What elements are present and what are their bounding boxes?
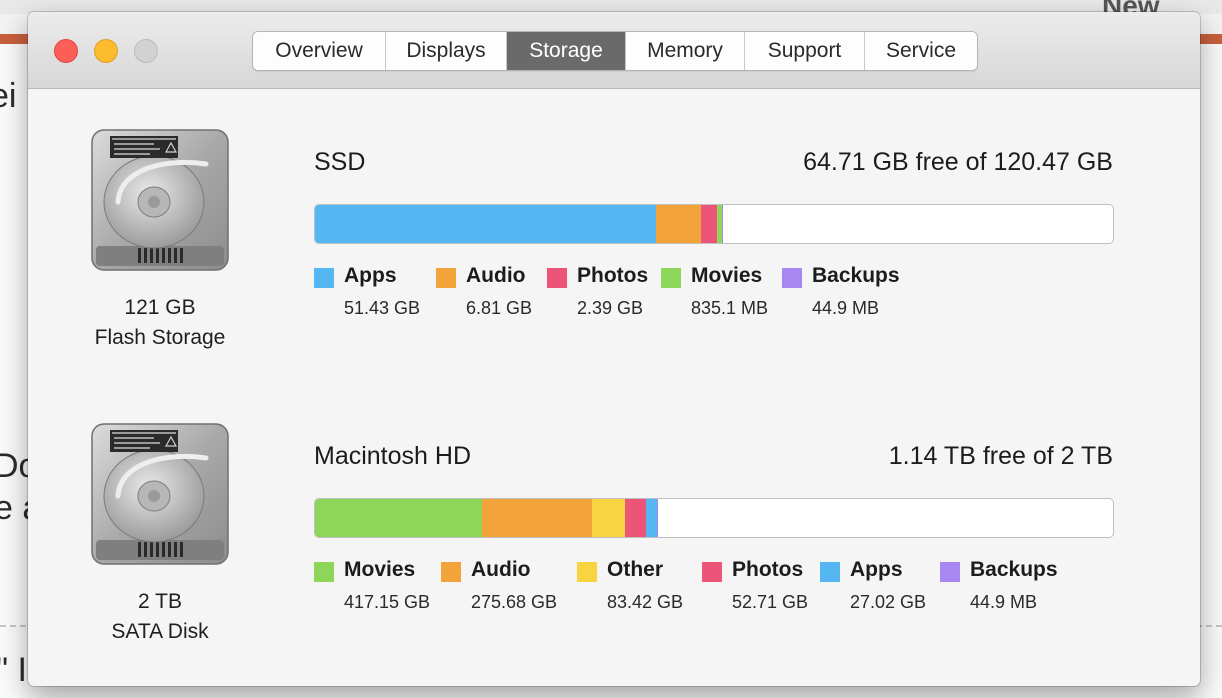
about-this-mac-window: Overview Displays Storage Memory Support… bbox=[28, 12, 1200, 686]
legend-label: Backups bbox=[812, 264, 900, 287]
usage-segment-movies bbox=[315, 499, 482, 537]
tab-service[interactable]: Service bbox=[865, 32, 977, 70]
drive-name: SSD bbox=[314, 148, 366, 176]
legend-label: Apps bbox=[850, 558, 903, 581]
usage-segment-backups bbox=[722, 205, 724, 243]
usage-segment-photos bbox=[624, 499, 646, 537]
drive-capacity: 121 GB bbox=[124, 296, 196, 319]
background-text-fragment: ei bbox=[0, 77, 17, 115]
legend-size: 275.68 GB bbox=[471, 592, 558, 612]
legend-swatch bbox=[436, 268, 456, 288]
background-text-fragment: " I bbox=[0, 651, 27, 689]
drive-free-space: 64.71 GB free of 120.47 GB bbox=[803, 148, 1113, 176]
legend-label: Other bbox=[607, 558, 664, 581]
legend-label: Movies bbox=[344, 558, 416, 581]
tab-storage[interactable]: Storage bbox=[507, 32, 626, 70]
storage-usage-bar bbox=[314, 498, 1114, 538]
usage-segment-audio bbox=[481, 499, 592, 537]
window-titlebar: Overview Displays Storage Memory Support… bbox=[28, 12, 1200, 89]
legend-label: Audio bbox=[471, 558, 531, 581]
legend-swatch bbox=[547, 268, 567, 288]
legend-swatch bbox=[314, 268, 334, 288]
tab-memory[interactable]: Memory bbox=[626, 32, 745, 70]
usage-segment-backups bbox=[656, 499, 658, 537]
tab-overview[interactable]: Overview bbox=[253, 32, 386, 70]
close-button[interactable] bbox=[54, 39, 78, 63]
drive-row-macintosh-hd: 2 TB SATA Disk Macintosh HD 1.14 TB free… bbox=[28, 422, 1200, 686]
legend-swatch bbox=[820, 562, 840, 582]
storage-usage-bar bbox=[314, 204, 1114, 244]
legend-size: 417.15 GB bbox=[344, 592, 431, 612]
hard-drive-icon bbox=[88, 422, 232, 572]
drive-type: Flash Storage bbox=[94, 326, 226, 349]
zoom-button[interactable] bbox=[134, 39, 158, 63]
legend-label: Movies bbox=[691, 264, 763, 287]
drive-row-ssd: 121 GB Flash Storage SSD 64.71 GB free o… bbox=[28, 128, 1200, 418]
legend-size: 44.9 MB bbox=[812, 298, 880, 318]
legend-swatch bbox=[314, 562, 334, 582]
drive-name: Macintosh HD bbox=[314, 442, 471, 470]
legend-size: 27.02 GB bbox=[850, 592, 927, 612]
legend-label: Backups bbox=[970, 558, 1058, 581]
legend-size: 44.9 MB bbox=[970, 592, 1038, 612]
legend-swatch bbox=[661, 268, 681, 288]
legend-label: Apps bbox=[344, 264, 397, 287]
hard-drive-icon bbox=[88, 128, 232, 278]
legend-size: 83.42 GB bbox=[607, 592, 684, 612]
legend-swatch bbox=[702, 562, 722, 582]
legend-size: 6.81 GB bbox=[466, 298, 533, 318]
legend-size: 2.39 GB bbox=[577, 298, 644, 318]
minimize-button[interactable] bbox=[94, 39, 118, 63]
legend-label: Audio bbox=[466, 264, 526, 287]
usage-segment-apps bbox=[315, 205, 656, 243]
usage-segment-other bbox=[591, 499, 625, 537]
legend-swatch bbox=[441, 562, 461, 582]
tab-support[interactable]: Support bbox=[745, 32, 865, 70]
legend-swatch bbox=[577, 562, 597, 582]
drive-free-space: 1.14 TB free of 2 TB bbox=[888, 442, 1113, 470]
drive-capacity: 2 TB bbox=[138, 590, 182, 613]
drive-type: SATA Disk bbox=[111, 620, 209, 643]
usage-segment-photos bbox=[700, 205, 717, 243]
tab-bar: Overview Displays Storage Memory Support… bbox=[252, 31, 978, 71]
usage-segment-audio bbox=[655, 205, 701, 243]
legend-swatch bbox=[940, 562, 960, 582]
legend-size: 51.43 GB bbox=[344, 298, 421, 318]
legend-label: Photos bbox=[577, 264, 649, 287]
storage-legend: Movies 417.15 GB Audio 275.68 GB Other 83.42 … bbox=[314, 558, 1154, 618]
usage-segment-apps bbox=[645, 499, 657, 537]
legend-size: 52.71 GB bbox=[732, 592, 809, 612]
legend-label: Photos bbox=[732, 558, 804, 581]
legend-swatch bbox=[782, 268, 802, 288]
tab-displays[interactable]: Displays bbox=[386, 32, 507, 70]
storage-legend: Apps 51.43 GB Audio 6.81 GB Photos 2.39 GB Mov… bbox=[314, 264, 1154, 324]
legend-size: 835.1 MB bbox=[691, 298, 769, 318]
